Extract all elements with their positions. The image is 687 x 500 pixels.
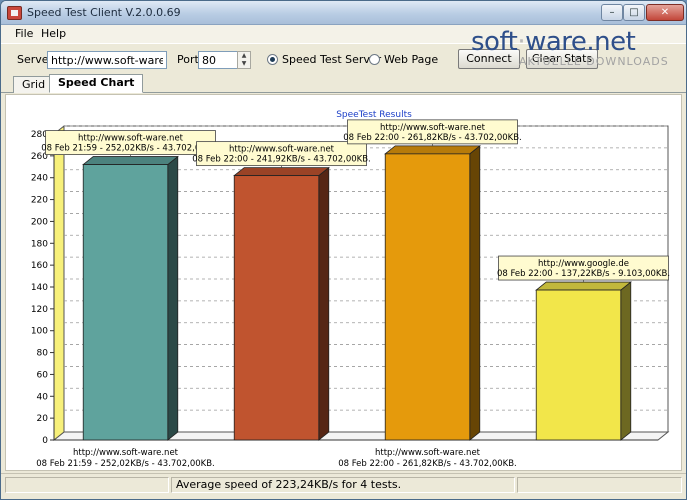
- chart-left-wall: [53, 124, 65, 442]
- port-label: Port: [177, 53, 199, 66]
- speed-test-server-label[interactable]: Speed Test Server: [282, 53, 381, 66]
- speed-test-server-radio[interactable]: [267, 54, 278, 65]
- y-tick-label: 20: [37, 414, 49, 424]
- stepper-down-icon[interactable]: ▼: [238, 60, 250, 68]
- bar: [384, 153, 471, 441]
- data-label-url: http://www.soft-ware.net: [229, 145, 335, 155]
- watermark-name-part: .net: [586, 27, 636, 57]
- tab-speed-chart[interactable]: Speed Chart: [49, 74, 144, 93]
- y-tick-label: 240: [31, 174, 48, 184]
- stepper-up-icon[interactable]: ▲: [238, 52, 250, 60]
- title-bar[interactable]: Speed Test Client V.2.0.0.69 – □ ✕: [1, 1, 686, 25]
- y-tick-label: 180: [31, 239, 48, 249]
- bar: [233, 175, 320, 441]
- server-input[interactable]: [47, 51, 167, 69]
- app-icon: [7, 6, 22, 20]
- speed-chart-panel: SpeeTest Results 0 20 40 60 80 100 120 140 160 180…: [5, 94, 682, 471]
- menu-file[interactable]: File: [15, 27, 33, 40]
- port-input[interactable]: [198, 51, 238, 69]
- data-label-stats: 08 Feb 21:59 - 252,02KB/s - 43.702,00KB.: [41, 144, 220, 154]
- y-tick-label: 100: [31, 327, 48, 337]
- menu-help[interactable]: Help: [41, 27, 66, 40]
- watermark-name-part: ware: [525, 27, 587, 57]
- bar-top: [82, 156, 179, 165]
- watermark-name-part: soft: [471, 27, 518, 57]
- watermark-logo: soft·ware.net AKTUELLE DOWNLOADS: [471, 29, 681, 71]
- data-label-url: http://www.soft-ware.net: [380, 123, 486, 133]
- tab-grid[interactable]: Grid: [13, 76, 55, 93]
- chart-title: SpeeTest Results: [336, 110, 412, 120]
- status-cell-right: [517, 477, 682, 493]
- data-label-stats: 08 Feb 22:00 - 137,22KB/s - 9.103,00KB.: [497, 269, 670, 279]
- bar: [535, 289, 622, 441]
- y-tick-label: 120: [31, 305, 48, 315]
- data-label-url: http://www.soft-ware.net: [78, 134, 184, 144]
- watermark-separator: ·: [517, 27, 526, 57]
- bar-top: [233, 167, 330, 177]
- y-tick-label: 40: [37, 392, 49, 402]
- port-stepper[interactable]: ▲ ▼: [237, 51, 251, 69]
- data-label-stats: 08 Feb 22:00 - 261,82KB/s - 43.702,00KB.: [343, 133, 522, 143]
- y-tick-label: 60: [37, 370, 49, 380]
- bar: [82, 164, 169, 441]
- x-tick-label-stats: 08 Feb 21:59 - 252,02KB/s - 43.702,00KB.: [36, 459, 215, 469]
- app-window: Speed Test Client V.2.0.0.69 – □ ✕ File …: [0, 0, 687, 500]
- bar-side: [469, 145, 481, 441]
- y-tick-label: 140: [31, 283, 48, 293]
- x-tick-label-url: http://www.soft-ware.net: [73, 448, 179, 458]
- x-tick-label-stats: 08 Feb 22:00 - 261,82KB/s - 43.702,00KB.: [338, 459, 517, 469]
- window-title: Speed Test Client V.2.0.0.69: [27, 6, 181, 19]
- data-label-stats: 08 Feb 22:00 - 241,92KB/s - 43.702,00KB.: [192, 155, 371, 165]
- web-page-label[interactable]: Web Page: [384, 53, 438, 66]
- y-tick-label: 200: [31, 217, 48, 227]
- status-cell-left: [5, 477, 169, 493]
- y-tick-label: 160: [31, 261, 48, 271]
- bar-side: [318, 166, 330, 441]
- status-bar: Average speed of 223,24KB/s for 4 tests.: [1, 473, 686, 499]
- bar-side: [620, 281, 632, 441]
- bar-top: [535, 281, 632, 291]
- minimize-button[interactable]: –: [601, 4, 623, 21]
- bar-top: [384, 145, 481, 155]
- speed-chart: SpeeTest Results 0 20 40 60 80 100 120 140 160 180…: [31, 110, 670, 469]
- maximize-button[interactable]: □: [623, 4, 645, 21]
- y-tick-label: 0: [42, 436, 48, 446]
- data-label-url: http://www.google.de: [538, 259, 629, 269]
- y-tick-label: 80: [37, 349, 49, 359]
- tab-bar: Grid Speed Chart: [1, 73, 686, 93]
- bar-side: [167, 155, 179, 441]
- watermark-subtitle: AKTUELLE DOWNLOADS: [519, 55, 669, 68]
- y-tick-label: 220: [31, 196, 48, 206]
- web-page-radio[interactable]: [369, 54, 380, 65]
- status-average-speed: Average speed of 223,24KB/s for 4 tests.: [171, 477, 515, 493]
- close-button[interactable]: ✕: [646, 4, 684, 21]
- x-tick-label-url: http://www.soft-ware.net: [375, 448, 481, 458]
